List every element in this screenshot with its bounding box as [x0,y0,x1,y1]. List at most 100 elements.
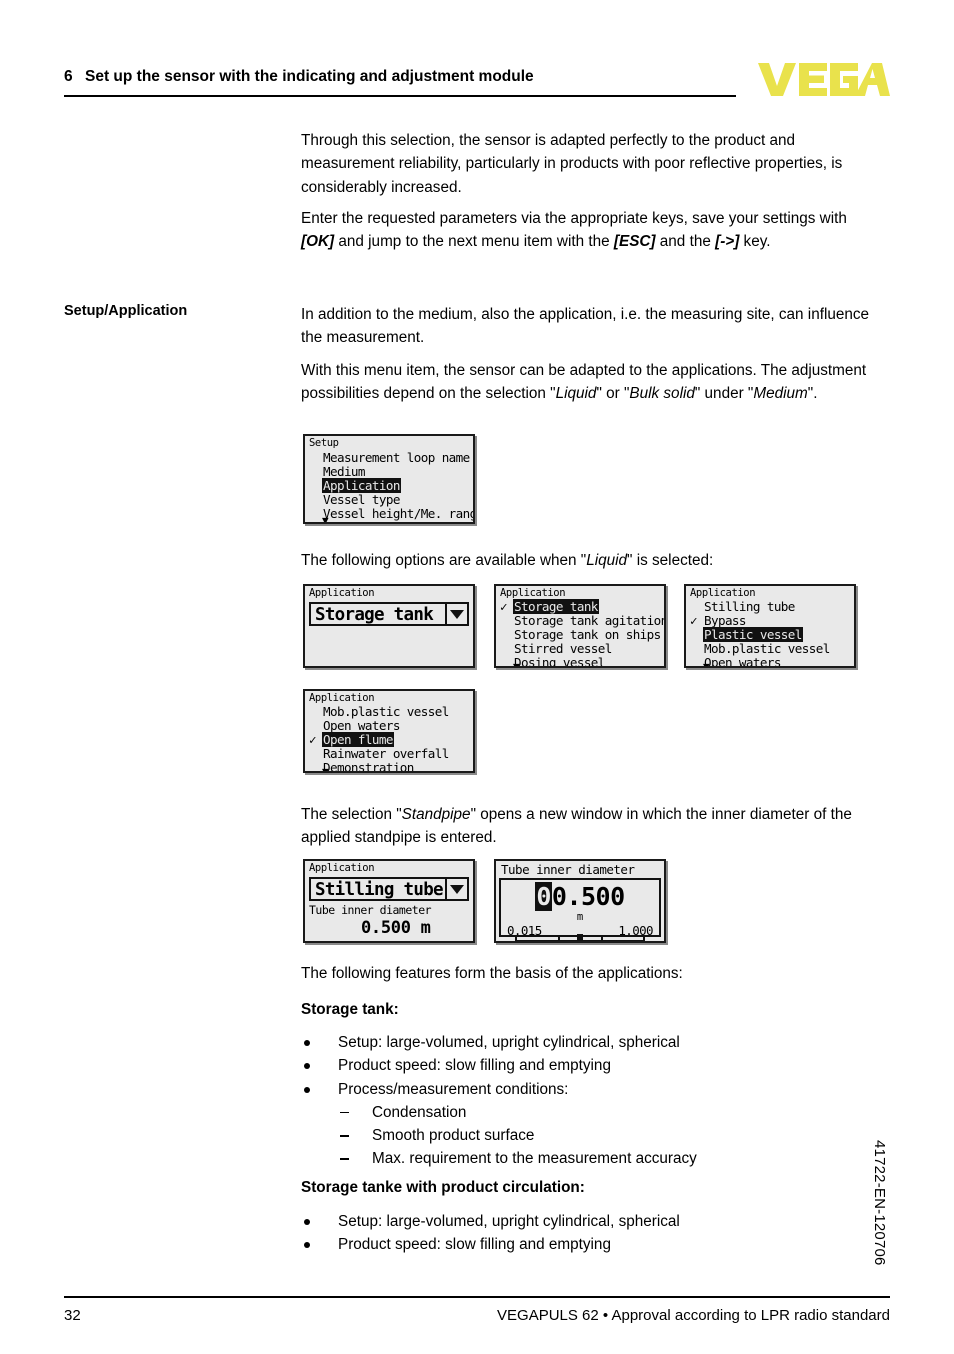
list-storage-tank: Setup: large-volumed, upright cylindrica… [301,1031,876,1171]
lcd-menu-item[interactable]: Mob.plastic vessel [323,704,449,719]
list-item: Product speed: slow filling and emptying [301,1054,876,1077]
lcd-menu-item[interactable]: Bypass [704,613,747,628]
lcd-menu-item[interactable]: Demonstration [323,760,414,771]
chapter-number: 6 [64,68,73,85]
lcd-screen-application-value[interactable]: Application Storage tank [303,584,475,668]
lcd-menu-item[interactable]: Rainwater overfall [323,746,449,761]
check-icon: ✓ [309,732,317,747]
paragraph-application-text: In addition to the medium, also the appl… [301,306,870,347]
lcd-menu-item-selected[interactable]: Storage tank [513,599,599,614]
lcd-range-max: 1.000 [618,923,653,938]
lcd-title: Application [309,862,375,874]
paragraph-intro: Through this selection, the sensor is ad… [301,129,876,199]
lcd-range-slider[interactable] [515,934,645,941]
paragraph-standpipe: The selection "Standpipe" opens a new wi… [301,803,876,850]
sub-list-item: Condensation [301,1101,876,1124]
lcd-title: Application [309,587,375,599]
scroll-down-icon[interactable]: ▼ [322,515,329,522]
slider-tick [600,935,603,941]
slider-tick-end [643,935,645,941]
key-arrow: [->] [715,233,740,251]
lcd-menu-item[interactable]: Dosing vessel [514,655,605,666]
paragraph-menu-item: With this menu item, the sensor can be a… [301,359,876,406]
paragraph-application: In addition to the medium, also the appl… [301,303,876,350]
lcd-unit: m [576,911,584,923]
margin-label-setup-application: Setup/Application [64,303,188,319]
scroll-down-icon[interactable]: ▼ [703,661,710,666]
lcd-menu-item-selected[interactable]: Application [322,478,401,493]
lcd-menu-item[interactable]: Open waters [704,655,781,666]
paragraph-standpipe-pre: The selection " [301,806,402,823]
lcd-menu-item[interactable]: Open waters [323,718,400,733]
slider-tick-start [515,935,517,941]
lcd-menu-item-selected[interactable]: Open flume [322,732,394,747]
lcd-title: Tube inner diameter [501,862,635,877]
key-esc: [ESC] [613,233,656,251]
paragraph-keys-end: key. [739,233,771,251]
list-item: Product speed: slow filling and emptying [301,1233,876,1256]
lcd-edit-frame: 00.500 m 0.015 1.000 [499,878,661,941]
paragraph-features-text: The following features form the basis of… [301,965,683,982]
lcd-screen-stilling-tube[interactable]: Application Stilling tube Tube inner dia… [303,859,475,943]
slider-knob[interactable] [577,934,584,941]
scroll-down-icon[interactable]: ▼ [513,661,520,666]
lcd-menu-item[interactable]: Medium [323,464,366,479]
lcd-range-min: 0.015 [507,923,542,938]
lcd-title: Setup [309,437,339,449]
slider-tick [557,935,560,941]
lcd-menu-item[interactable]: Mob.plastic vessel [704,641,830,656]
heading-storage-tank-circulation: Storage tanke with product circulation: [301,1179,585,1196]
lcd-combo-application[interactable]: Stilling tube [309,877,469,901]
page-header: 6 Set up the sensor with the indicating … [64,63,890,102]
list-storage-tank-circulation: Setup: large-volumed, upright cylindrica… [301,1210,876,1257]
term-standpipe: Standpipe [401,806,471,823]
paragraph-keys: Enter the requested parameters via the a… [301,207,876,254]
paragraph-keys-pre: Enter the requested parameters via the a… [301,210,847,227]
header-divider [64,95,736,97]
paragraph-menu-end: ". [807,385,818,403]
lcd-screen-application-list-2[interactable]: Application Stilling tube ✓ Bypass Plast… [684,584,856,668]
lcd-cursor-digit[interactable]: 0 [535,882,552,911]
lcd-screen-setup-menu[interactable]: Setup Measurement loop name Medium Appli… [303,434,475,524]
term-medium: Medium [753,385,808,403]
term-liquid: Liquid [555,385,597,403]
scroll-down-icon[interactable]: ▼ [322,766,329,771]
list-item: Setup: large-volumed, upright cylindrica… [301,1210,876,1233]
lcd-value-rest: 0.500 [551,882,625,911]
paragraph-options-liquid: The following options are available when… [301,549,876,572]
paragraph-menu-mid2: " under " [694,385,754,403]
vega-logo [758,63,890,96]
lcd-menu-item[interactable]: Stilling tube [704,599,795,614]
lcd-combo-application[interactable]: Storage tank [309,602,469,626]
paragraph-intro-text: Through this selection, the sensor is ad… [301,132,843,196]
lcd-menu-item[interactable]: Vessel type [323,492,400,507]
lcd-menu-item[interactable]: Storage tank agitation [514,613,664,628]
lcd-sub-value: 0.500 m [361,918,431,938]
lcd-screen-tube-diameter-editor[interactable]: Tube inner diameter 00.500 m 0.015 1.000 [494,859,666,943]
heading-storage-tank: Storage tank: [301,1001,399,1018]
lcd-title: Application [690,587,756,599]
paragraph-menu-mid: " or " [596,385,630,403]
chapter-title: Set up the sensor with the indicating an… [85,68,534,85]
lcd-menu-item[interactable]: Stirred vessel [514,641,612,656]
chevron-down-icon[interactable] [445,879,467,899]
lcd-title: Application [500,587,566,599]
lcd-menu-item[interactable]: Vessel height/Me. range [323,506,473,521]
term-liquid-2: Liquid [586,552,628,569]
chevron-down-icon[interactable] [445,604,467,624]
lcd-screen-application-list-3[interactable]: Application Mob.plastic vessel Open wate… [303,689,475,773]
check-icon: ✓ [690,613,698,628]
lcd-menu-item-selected[interactable]: Plastic vessel [703,627,803,642]
list-item: Process/measurement conditions: [301,1078,876,1101]
check-icon: ✓ [500,599,508,614]
paragraph-options-pre: The following options are available when… [301,552,587,569]
paragraph-keys-mid: and jump to the next menu item with the [334,233,614,251]
lcd-menu-item[interactable]: Storage tank on ships [514,627,661,642]
paragraph-options-end: " is selected: [627,552,714,569]
lcd-edit-value[interactable]: 00.500 [501,882,659,911]
lcd-screen-application-list-1[interactable]: Application ✓ Storage tank Storage tank … [494,584,666,668]
sub-list-item: Smooth product surface [301,1124,876,1147]
lcd-menu-item[interactable]: Measurement loop name [323,450,470,465]
document-code: 41722-EN-120706 [871,1140,888,1266]
paragraph-keys-mid2: and the [655,233,716,251]
